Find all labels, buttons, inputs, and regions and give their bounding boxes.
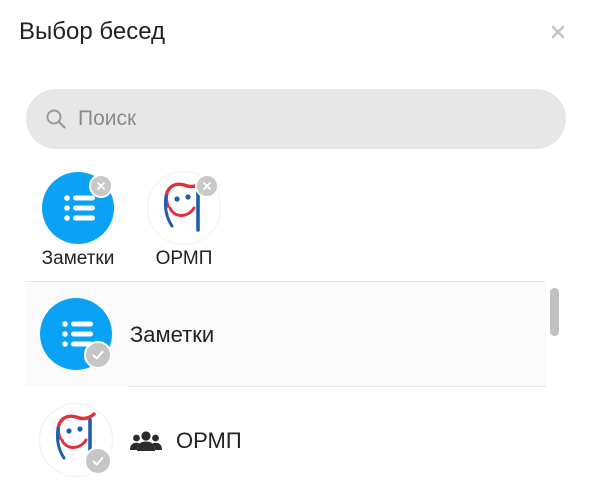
search-icon bbox=[46, 109, 66, 129]
list-item-name: ОРМП bbox=[176, 428, 242, 453]
chip-label: ОРМП bbox=[155, 248, 213, 269]
check-icon bbox=[92, 456, 104, 466]
remove-chip-button[interactable] bbox=[89, 174, 113, 198]
conversation-list: Заметки ОРМП bbox=[26, 282, 546, 493]
list-item-notes[interactable]: Заметки bbox=[26, 282, 546, 386]
remove-icon bbox=[97, 182, 105, 190]
conversation-picker-dialog: Выбор бесед Заметк bbox=[0, 0, 592, 493]
search-input[interactable] bbox=[78, 89, 548, 149]
scrollbar-thumb[interactable] bbox=[550, 288, 559, 336]
close-button[interactable] bbox=[545, 19, 571, 45]
search-field[interactable] bbox=[26, 89, 566, 149]
remove-icon bbox=[203, 182, 211, 190]
selected-check-badge bbox=[84, 447, 112, 475]
remove-chip-button[interactable] bbox=[195, 174, 219, 198]
selected-chip-notes[interactable]: Заметки bbox=[36, 172, 120, 272]
check-icon bbox=[92, 350, 104, 360]
dialog-title: Выбор бесед bbox=[19, 18, 166, 45]
close-icon bbox=[551, 25, 565, 39]
selected-check-badge bbox=[84, 341, 112, 369]
divider bbox=[128, 386, 546, 387]
selected-chip-ormp[interactable]: ОРМП bbox=[142, 172, 226, 272]
list-item-name: Заметки bbox=[130, 322, 215, 347]
chip-label: Заметки bbox=[41, 248, 115, 269]
list-item-ormp[interactable]: ОРМП bbox=[26, 388, 546, 492]
users-icon bbox=[130, 431, 162, 451]
